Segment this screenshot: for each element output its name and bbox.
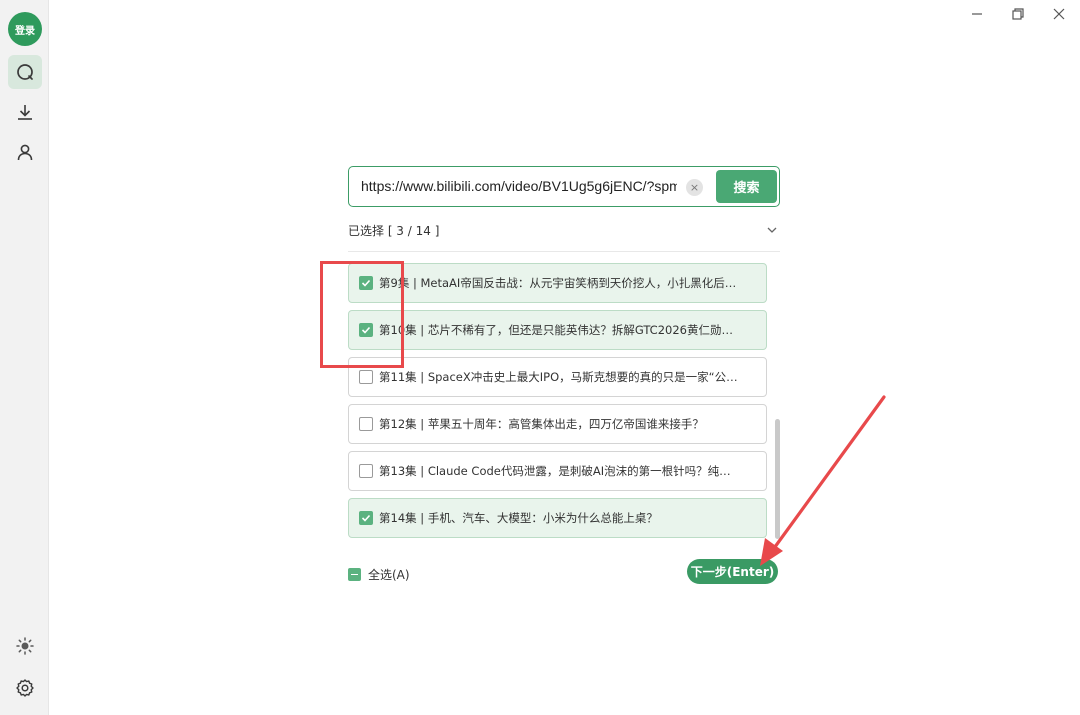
search-bar: https://www.bilibili.com/video/BV1Ug5g6j… xyxy=(348,166,780,207)
select-all-checkbox[interactable]: 全选(A) xyxy=(348,566,410,582)
nav-user-button[interactable] xyxy=(8,135,42,169)
episode-item[interactable]: 第12集 | 苹果五十周年：高管集体出走，四万亿帝国谁来接手？ xyxy=(348,404,767,444)
annotation-highlight-box xyxy=(320,261,404,368)
episode-item[interactable]: 第14集 | 手机、汽车、大模型：小米为什么总能上桌？ xyxy=(348,498,767,538)
url-input[interactable]: https://www.bilibili.com/video/BV1Ug5g6j… xyxy=(361,167,677,205)
next-step-button[interactable]: 下一步(Enter) xyxy=(687,559,778,584)
theme-toggle-button[interactable] xyxy=(8,629,42,663)
selection-summary: 已选择 [ 3 / 14 ] xyxy=(348,224,440,238)
divider xyxy=(348,251,780,252)
user-icon xyxy=(17,144,33,161)
checkbox-unchecked-icon[interactable] xyxy=(359,417,373,431)
episode-item[interactable]: 第11集 | SpaceX冲击史上最大IPO，马斯克想要的真的只是一家“公… xyxy=(348,357,767,397)
search-button[interactable]: 搜索 xyxy=(716,170,777,203)
minimize-button[interactable] xyxy=(967,4,987,24)
restore-icon xyxy=(1012,8,1024,20)
episode-item[interactable]: 第9集 | MetaAI帝国反击战：从元宇宙笑柄到天价挖人，小扎黑化后… xyxy=(348,263,767,303)
settings-button[interactable] xyxy=(8,671,42,705)
selection-header[interactable]: 已选择 [ 3 / 14 ] xyxy=(348,222,780,242)
select-all-label: 全选(A) xyxy=(368,567,410,582)
list-scrollbar[interactable] xyxy=(775,257,780,540)
settings-gear-icon xyxy=(16,679,34,697)
episode-title: 第14集 | 手机、汽车、大模型：小米为什么总能上桌？ xyxy=(379,511,658,525)
close-button[interactable] xyxy=(1049,4,1069,24)
episode-title: 第11集 | SpaceX冲击史上最大IPO，马斯克想要的真的只是一家“公… xyxy=(379,370,738,384)
sidebar: 登录 xyxy=(0,0,49,715)
search-icon xyxy=(17,64,33,80)
nav-search-button[interactable] xyxy=(8,55,42,89)
checkbox-unchecked-icon[interactable] xyxy=(359,464,373,478)
theme-sun-icon xyxy=(16,637,34,655)
nav-download-button[interactable] xyxy=(8,95,42,129)
scrollbar-thumb[interactable] xyxy=(775,419,780,539)
episode-title: 第12集 | 苹果五十周年：高管集体出走，四万亿帝国谁来接手？ xyxy=(379,417,704,431)
login-avatar[interactable]: 登录 xyxy=(8,12,42,46)
episode-title: 第10集 | 芯片不稀有了，但还是只能英伟达？拆解GTC2026黄仁勋… xyxy=(379,323,733,337)
chevron-down-icon[interactable] xyxy=(766,224,778,236)
episode-title: 第9集 | MetaAI帝国反击战：从元宇宙笑柄到天价挖人，小扎黑化后… xyxy=(379,276,737,290)
close-icon xyxy=(1053,8,1065,20)
episode-title: 第13集 | Claude Code代码泄露，是刺破AI泡沫的第一根针吗？纯… xyxy=(379,464,731,478)
episode-item[interactable]: 第13集 | Claude Code代码泄露，是刺破AI泡沫的第一根针吗？纯… xyxy=(348,451,767,491)
app-window: 登录 https://www.bilibili.com/video/BV1Ug5… xyxy=(0,0,1080,715)
checkbox-checked-icon[interactable] xyxy=(359,511,373,525)
restore-button[interactable] xyxy=(1008,4,1028,24)
clear-input-button[interactable]: × xyxy=(686,179,703,196)
checkbox-unchecked-icon[interactable] xyxy=(359,370,373,384)
download-icon xyxy=(18,105,32,120)
minimize-icon xyxy=(972,13,982,15)
episode-item[interactable]: 第10集 | 芯片不稀有了，但还是只能英伟达？拆解GTC2026黄仁勋… xyxy=(348,310,767,350)
indeterminate-checkbox-icon xyxy=(348,567,361,581)
